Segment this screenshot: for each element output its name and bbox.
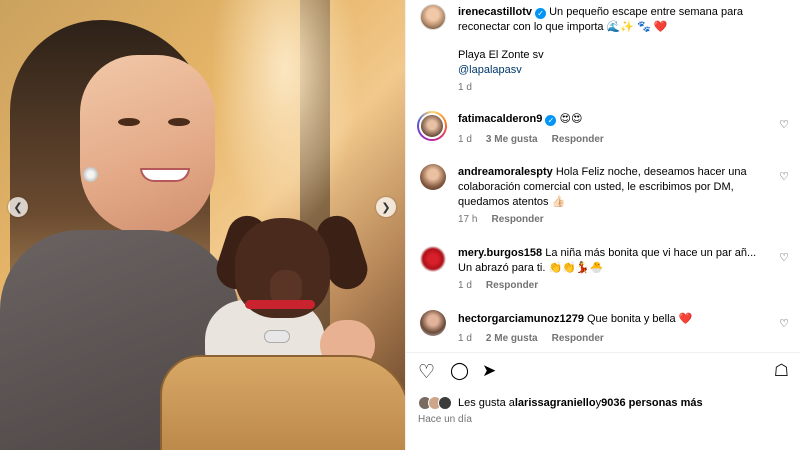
comment-like-heart-icon[interactable]: ♡ [779, 170, 789, 183]
background-light [210, 0, 360, 230]
post-actions: ♡ ◯ ➤ ☖ Les gusta a larissagraniello y 9… [406, 352, 800, 450]
commenter-avatar[interactable] [420, 246, 446, 272]
post-timestamp[interactable]: Hace un día [418, 414, 472, 425]
likes-user-link[interactable]: larissagraniello [515, 397, 596, 409]
comment-time[interactable]: 17 h [458, 214, 477, 225]
author-avatar[interactable] [420, 4, 446, 30]
comment-username[interactable]: mery.burgos158 [458, 247, 542, 259]
comments-panel: irenecastillotv ✓ Un pequeño escape entr… [405, 0, 800, 450]
chevron-left-icon: ❮ [13, 201, 23, 214]
reply-button[interactable]: Responder [486, 280, 538, 291]
comment-username[interactable]: andreamoralespty [458, 166, 553, 178]
caption: irenecastillotv ✓ Un pequeño escape entr… [458, 5, 763, 35]
comment: mery.burgos158 La niña más bonita que vi… [458, 246, 763, 276]
comment-text: 😍😍 [559, 113, 583, 125]
bookmark-icon[interactable]: ☖ [774, 361, 789, 381]
post-viewer: ❮ ❯ irenecastillotv ✓ Un pequeño escape … [0, 0, 800, 450]
woman-eye-right [168, 118, 190, 126]
commenter-avatar[interactable] [420, 164, 446, 190]
comment-username[interactable]: hectorgarciamunoz1279 [458, 313, 584, 325]
comment-icon[interactable]: ◯ [450, 361, 469, 381]
comment: fatimacalderon9 ✓ 😍😍 [458, 112, 763, 127]
wooden-chair [160, 355, 405, 450]
reply-button[interactable]: Responder [491, 214, 543, 225]
dog-bone-tag [264, 330, 290, 343]
likes-prefix: Les gusta a [458, 397, 515, 409]
commenter-avatar[interactable] [420, 310, 446, 336]
caption-meta: 1 d [458, 82, 472, 93]
reply-button[interactable]: Responder [552, 333, 604, 344]
caption-mention[interactable]: @lapalapasv [458, 63, 763, 78]
comment: andreamoralespty Hola Feliz noche, desea… [458, 165, 763, 210]
liker-avatar [438, 396, 452, 410]
comments-scroll[interactable]: irenecastillotv ✓ Un pequeño escape entr… [406, 0, 800, 352]
woman-smile [140, 168, 190, 182]
earring [83, 167, 98, 182]
comment-meta: 1 d 2 Me gusta Responder [458, 333, 604, 344]
prev-image-button[interactable]: ❮ [8, 197, 28, 217]
verified-badge-icon: ✓ [535, 8, 547, 19]
comment-meta: 1 d Responder [458, 280, 538, 291]
reply-button[interactable]: Responder [552, 134, 604, 145]
dog-collar [245, 300, 315, 309]
comment-meta: 17 h Responder [458, 214, 544, 225]
comment-likes[interactable]: 3 Me gusta [486, 134, 538, 145]
next-image-button[interactable]: ❯ [376, 197, 396, 217]
comment-username[interactable]: fatimacalderon9 [458, 113, 542, 125]
comment-like-heart-icon[interactable]: ♡ [779, 251, 789, 264]
woman-eye-left [118, 118, 140, 126]
comment-time[interactable]: 1 d [458, 134, 472, 145]
verified-badge-icon: ✓ [545, 115, 557, 126]
likes-summary: Les gusta a larissagraniello y 9036 pers… [418, 396, 703, 410]
comment-time[interactable]: 1 d [458, 333, 472, 344]
comment-meta: 1 d 3 Me gusta Responder [458, 134, 604, 145]
chevron-right-icon: ❯ [381, 201, 391, 214]
heart-icon[interactable]: ♡ [418, 361, 435, 384]
commenter-avatar[interactable] [417, 111, 447, 141]
caption-time[interactable]: 1 d [458, 82, 472, 93]
share-icon[interactable]: ➤ [482, 361, 496, 381]
likes-count-link[interactable]: 9036 personas más [601, 397, 703, 409]
comment-likes[interactable]: 2 Me gusta [486, 333, 538, 344]
post-image[interactable]: ❮ ❯ [0, 0, 405, 450]
comment: hectorgarciamunoz1279 Que bonita y bella… [458, 312, 763, 327]
comment-like-heart-icon[interactable]: ♡ [779, 317, 789, 330]
comment-time[interactable]: 1 d [458, 280, 472, 291]
comment-like-heart-icon[interactable]: ♡ [779, 118, 789, 131]
author-username[interactable]: irenecastillotv [458, 6, 532, 18]
comment-text: Que bonita y bella ❤️ [587, 313, 693, 325]
woman-face [80, 55, 215, 235]
caption-location: Playa El Zonte sv [458, 49, 544, 61]
